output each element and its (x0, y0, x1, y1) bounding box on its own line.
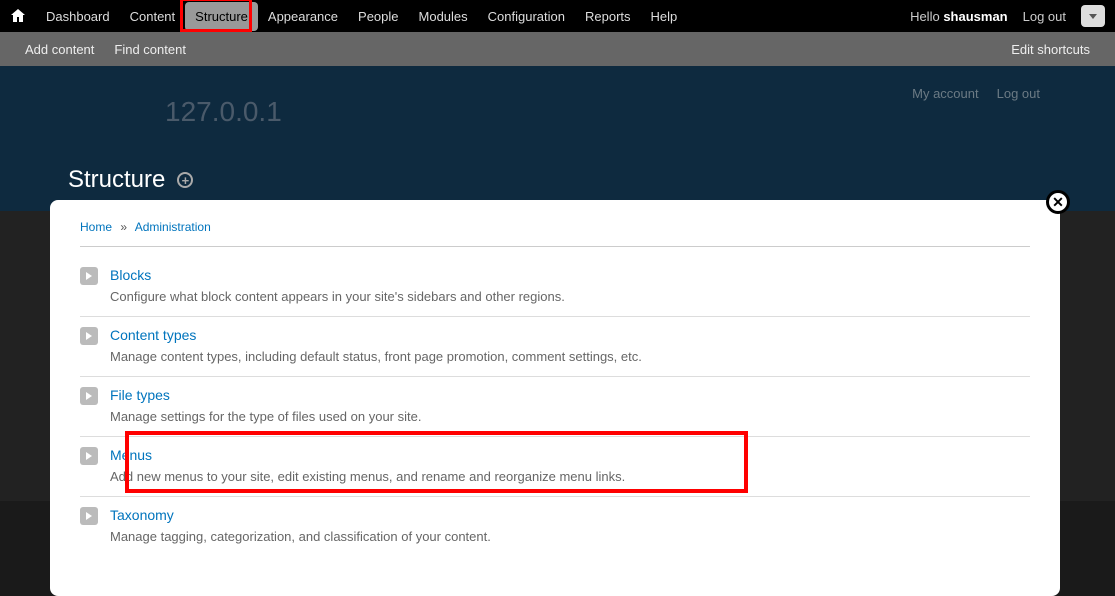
chevron-down-icon (1089, 14, 1097, 19)
shortcuts-bar: Add content Find content Edit shortcuts (0, 32, 1115, 66)
toolbar-item-people[interactable]: People (348, 2, 408, 31)
close-icon[interactable]: ✕ (1046, 190, 1070, 214)
chevron-right-icon (80, 447, 98, 465)
structure-item-menus[interactable]: Menus Add new menus to your site, edit e… (80, 437, 1030, 497)
toolbar-item-dashboard[interactable]: Dashboard (36, 2, 120, 31)
structure-item-desc: Add new menus to your site, edit existin… (110, 469, 1030, 484)
admin-toolbar: Dashboard Content Structure Appearance P… (0, 0, 1115, 32)
structure-item-desc: Manage tagging, categorization, and clas… (110, 529, 1030, 544)
shortcuts-toggle[interactable] (1081, 5, 1105, 27)
chevron-right-icon (80, 267, 98, 285)
breadcrumb-home[interactable]: Home (80, 220, 112, 234)
structure-item-desc: Manage settings for the type of files us… (110, 409, 1030, 424)
toolbar-item-configuration[interactable]: Configuration (478, 2, 575, 31)
bg-my-account-link[interactable]: My account (912, 86, 978, 101)
structure-item-title[interactable]: Menus (110, 447, 1030, 463)
breadcrumb-admin[interactable]: Administration (135, 220, 211, 234)
toolbar-item-appearance[interactable]: Appearance (258, 2, 348, 31)
structure-item-title[interactable]: Blocks (110, 267, 1030, 283)
toolbar-item-help[interactable]: Help (641, 2, 688, 31)
bg-logout-link[interactable]: Log out (997, 86, 1040, 101)
shortcut-find-content[interactable]: Find content (104, 34, 196, 65)
shortcut-add-content[interactable]: Add content (15, 34, 104, 65)
add-shortcut-icon[interactable]: + (177, 172, 193, 188)
chevron-right-icon (80, 387, 98, 405)
home-icon[interactable] (10, 8, 26, 24)
structure-item-title[interactable]: Taxonomy (110, 507, 1030, 523)
edit-shortcuts-link[interactable]: Edit shortcuts (1001, 34, 1100, 65)
overlay-content: ✕ Home » Administration Blocks Configure… (50, 200, 1060, 596)
structure-item-title[interactable]: File types (110, 387, 1030, 403)
breadcrumb-sep: » (120, 220, 127, 234)
chevron-right-icon (80, 327, 98, 345)
toolbar-item-structure[interactable]: Structure (185, 2, 258, 31)
structure-item-title[interactable]: Content types (110, 327, 1030, 343)
structure-item-desc: Manage content types, including default … (110, 349, 1030, 364)
structure-item-content-types[interactable]: Content types Manage content types, incl… (80, 317, 1030, 377)
structure-item-blocks[interactable]: Blocks Configure what block content appe… (80, 257, 1030, 317)
toolbar-item-content[interactable]: Content (120, 2, 186, 31)
logout-link[interactable]: Log out (1023, 9, 1066, 24)
page-title: Structure (68, 166, 165, 194)
structure-item-desc: Configure what block content appears in … (110, 289, 1030, 304)
site-name: 127.0.0.1 (165, 96, 282, 128)
admin-overlay: Structure + ✕ Home » Administration Bloc… (50, 156, 1060, 501)
breadcrumb: Home » Administration (80, 220, 1030, 247)
structure-list: Blocks Configure what block content appe… (80, 257, 1030, 556)
chevron-right-icon (80, 507, 98, 525)
structure-item-file-types[interactable]: File types Manage settings for the type … (80, 377, 1030, 437)
user-greeting[interactable]: Hello shausman (910, 9, 1008, 24)
structure-item-taxonomy[interactable]: Taxonomy Manage tagging, categorization,… (80, 497, 1030, 556)
toolbar-item-modules[interactable]: Modules (409, 2, 478, 31)
toolbar-item-reports[interactable]: Reports (575, 2, 641, 31)
page-background: 127.0.0.1 My account Log out Structure +… (0, 66, 1115, 501)
